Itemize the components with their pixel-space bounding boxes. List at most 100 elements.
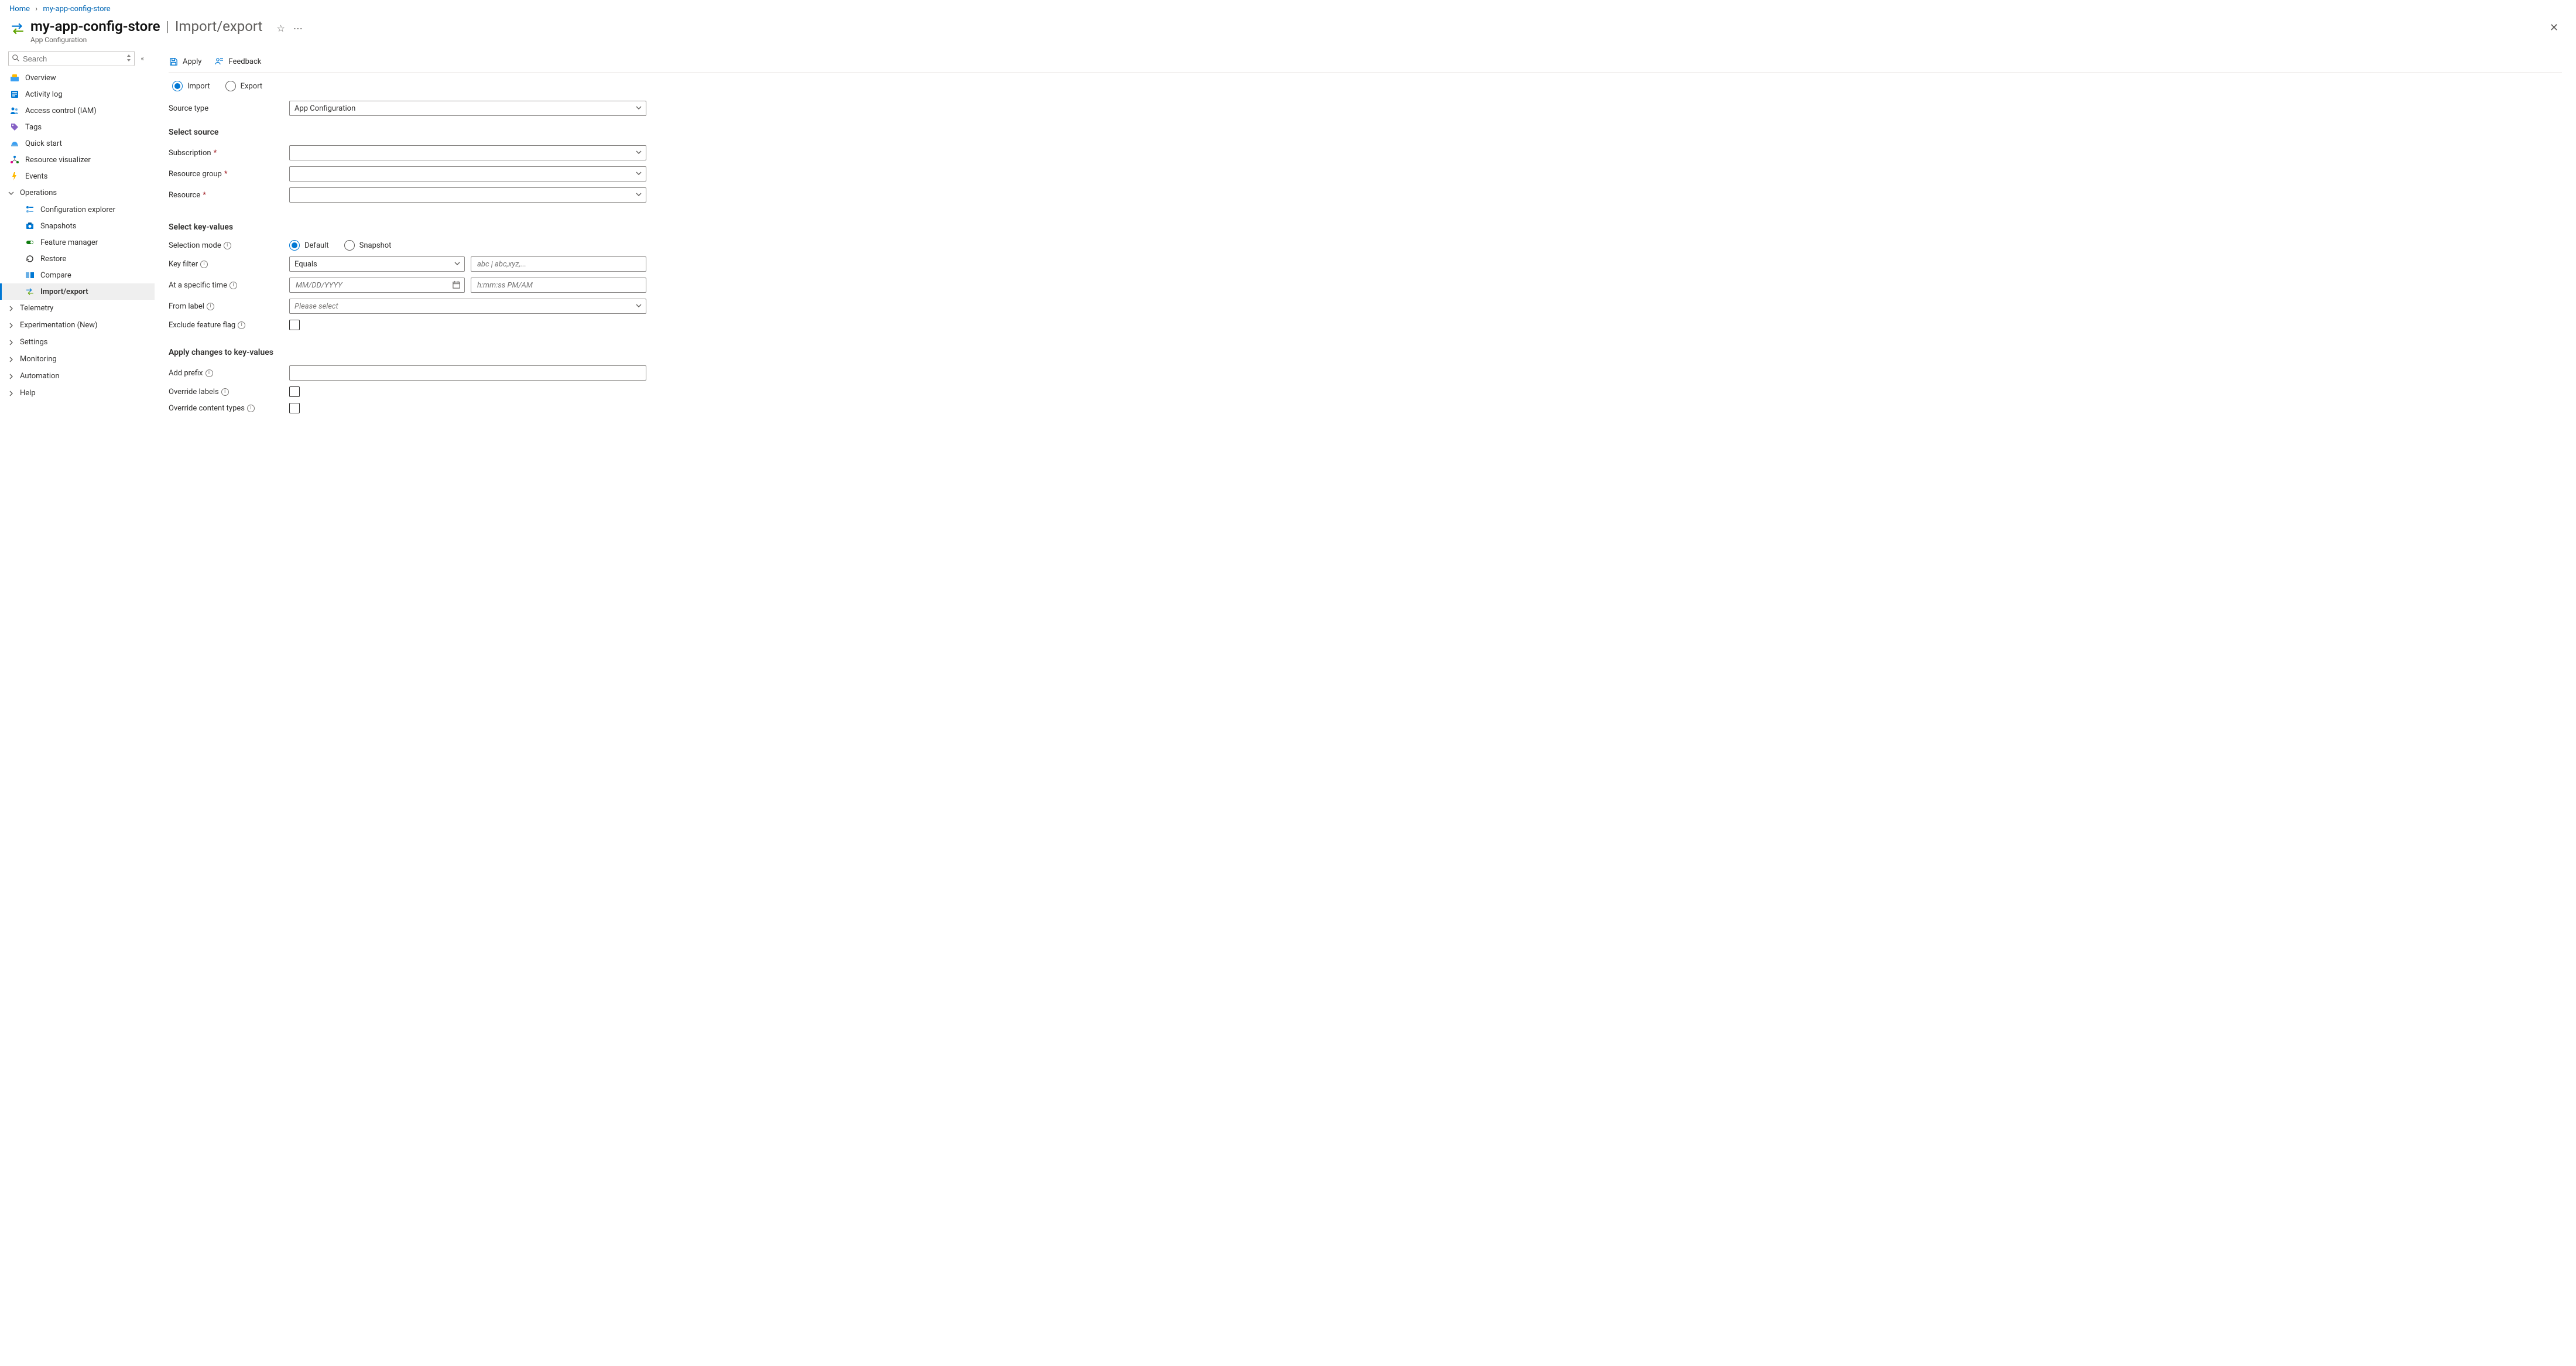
info-icon[interactable]: i (238, 321, 245, 329)
sidebar-item-snapshots[interactable]: Snapshots (0, 218, 155, 234)
sidebar-item-label: Quick start (25, 139, 62, 148)
sidebar-item-compare[interactable]: Compare (0, 267, 155, 283)
radio-label: Snapshot (359, 241, 392, 250)
chevron-down-icon (635, 191, 642, 198)
radio-import[interactable]: Import (172, 81, 210, 91)
add-prefix-field[interactable] (294, 368, 641, 378)
mode-radio-group: Import Export (172, 81, 2562, 91)
chevron-right-icon (8, 323, 15, 328)
time-input[interactable] (471, 278, 646, 293)
label-resource-group: Resource group* (169, 170, 289, 179)
source-type-select[interactable]: App Configuration (289, 101, 646, 116)
sidebar-item-tags[interactable]: Tags (0, 119, 155, 135)
sidebar-group-monitoring[interactable]: Monitoring (0, 351, 155, 368)
sidebar: « Overview Activity log Access control (… (0, 51, 155, 425)
label-source-type: Source type (169, 104, 289, 113)
sidebar-group-experimentation[interactable]: Experimentation (New) (0, 317, 155, 334)
section-apply-changes: Apply changes to key-values (169, 348, 2562, 357)
radio-label: Default (304, 241, 329, 250)
sidebar-search-input[interactable] (9, 54, 134, 63)
feedback-command[interactable]: Feedback (214, 57, 261, 66)
sidebar-item-import-export[interactable]: Import/export (0, 283, 155, 300)
chevron-down-icon (635, 104, 642, 111)
info-icon[interactable]: i (224, 242, 231, 249)
sidebar-item-events[interactable]: Events (0, 168, 155, 184)
favorite-star-icon[interactable]: ☆ (276, 23, 285, 34)
breadcrumb: Home › my-app-config-store (0, 0, 2576, 16)
time-field[interactable] (476, 280, 641, 290)
save-icon (169, 57, 178, 66)
sidebar-group-telemetry[interactable]: Telemetry (0, 300, 155, 317)
sidebar-item-label: Import/export (40, 287, 88, 296)
chevron-down-icon (635, 149, 642, 156)
page-title: my-app-config-store (30, 18, 160, 35)
restore-icon (25, 254, 35, 263)
resource-select[interactable] (289, 187, 646, 203)
calendar-icon[interactable] (452, 280, 461, 289)
from-label-select[interactable]: Please select (289, 299, 646, 314)
info-icon[interactable]: i (247, 405, 255, 412)
radio-selection-snapshot[interactable]: Snapshot (344, 240, 392, 251)
more-actions-icon[interactable]: ⋯ (293, 23, 303, 34)
config-explorer-icon (25, 205, 35, 214)
sidebar-item-restore[interactable]: Restore (0, 251, 155, 267)
sidebar-item-label: Tags (25, 123, 42, 132)
info-icon[interactable]: i (221, 388, 229, 396)
sidebar-item-resource-visualizer[interactable]: Resource visualizer (0, 152, 155, 168)
info-icon[interactable]: i (229, 282, 237, 289)
sidebar-item-label: Feature manager (40, 238, 98, 247)
sidebar-item-label: Activity log (25, 90, 63, 99)
override-content-types-checkbox[interactable] (289, 403, 300, 413)
breadcrumb-home[interactable]: Home (9, 5, 30, 13)
override-labels-checkbox[interactable] (289, 386, 300, 397)
sidebar-group-label: Automation (20, 372, 60, 381)
sidebar-group-settings[interactable]: Settings (0, 334, 155, 351)
sidebar-item-overview[interactable]: Overview (0, 70, 155, 86)
select-value: Equals (294, 260, 317, 269)
events-icon (10, 172, 19, 181)
select-placeholder: Please select (294, 302, 338, 311)
info-icon[interactable]: i (207, 303, 214, 310)
subscription-select[interactable] (289, 145, 646, 160)
key-filter-value-input[interactable] (471, 256, 646, 272)
sidebar-group-operations[interactable]: Operations (0, 184, 155, 201)
key-filter-input[interactable] (476, 259, 641, 269)
sidebar-item-configuration-explorer[interactable]: Configuration explorer (0, 201, 155, 218)
sort-icon[interactable] (126, 54, 132, 61)
sidebar-item-quick-start[interactable]: Quick start (0, 135, 155, 152)
sidebar-item-iam[interactable]: Access control (IAM) (0, 102, 155, 119)
command-bar: Apply Feedback (169, 51, 2562, 73)
sidebar-item-feature-manager[interactable]: Feature manager (0, 234, 155, 251)
exclude-feature-flag-checkbox[interactable] (289, 320, 300, 330)
sidebar-item-label: Configuration explorer (40, 206, 115, 214)
feedback-icon (214, 57, 224, 66)
radio-selection-default[interactable]: Default (289, 240, 329, 251)
section-select-key-values: Select key-values (169, 222, 2562, 232)
chevron-right-icon (8, 340, 15, 345)
chevron-right-icon (8, 357, 15, 362)
import-export-icon (9, 20, 26, 37)
add-prefix-input[interactable] (289, 365, 646, 381)
collapse-sidebar-icon[interactable]: « (138, 52, 146, 65)
sidebar-item-label: Resource visualizer (25, 156, 91, 165)
date-field[interactable] (294, 280, 460, 290)
page-subtitle: App Configuration (30, 36, 303, 44)
close-button[interactable]: ✕ (2544, 18, 2564, 37)
resource-group-select[interactable] (289, 166, 646, 182)
sidebar-group-label: Settings (20, 338, 47, 347)
sidebar-group-automation[interactable]: Automation (0, 368, 155, 385)
sidebar-item-activity-log[interactable]: Activity log (0, 86, 155, 102)
radio-export[interactable]: Export (225, 81, 263, 91)
chevron-right-icon (8, 306, 15, 311)
label-add-prefix: Add prefix i (169, 369, 289, 378)
date-input[interactable] (289, 278, 465, 293)
apply-command[interactable]: Apply (169, 57, 201, 66)
info-icon[interactable]: i (200, 261, 208, 268)
key-filter-operator-select[interactable]: Equals (289, 256, 465, 272)
breadcrumb-resource[interactable]: my-app-config-store (43, 5, 110, 13)
sidebar-search[interactable] (8, 51, 135, 66)
info-icon[interactable]: i (205, 369, 213, 377)
main-content: Apply Feedback Import Export Source type… (155, 51, 2576, 443)
radio-label: Export (241, 82, 263, 91)
sidebar-group-help[interactable]: Help (0, 385, 155, 402)
